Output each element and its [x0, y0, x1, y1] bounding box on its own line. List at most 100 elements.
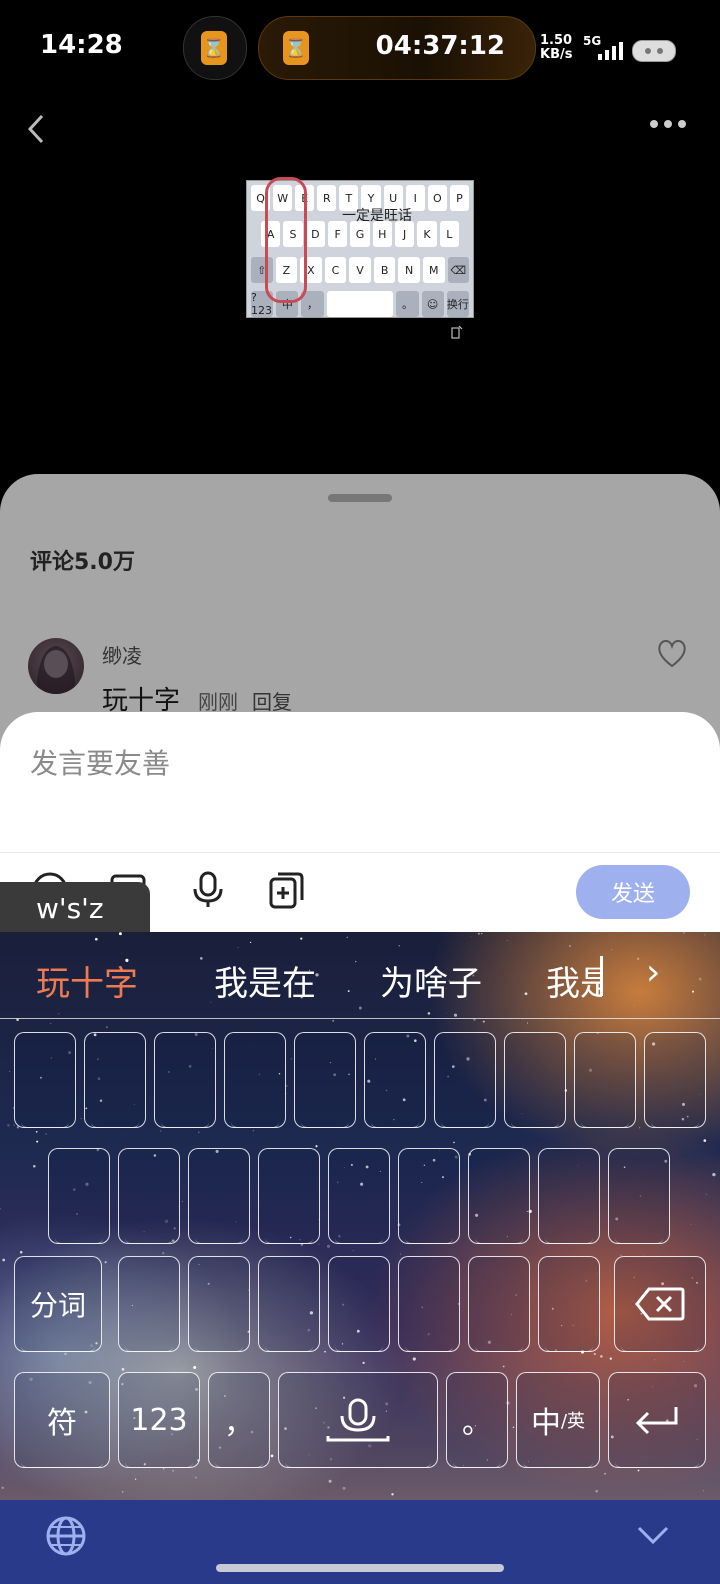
letter-key[interactable]: [118, 1256, 180, 1352]
letter-key[interactable]: [434, 1032, 496, 1128]
star: [704, 934, 706, 936]
candidate-3[interactable]: 为啥子: [380, 956, 482, 1005]
image-keyboard-key: M: [422, 257, 445, 283]
star: [121, 1368, 125, 1371]
globe-icon[interactable]: [44, 1514, 88, 1558]
letter-key[interactable]: [538, 1256, 600, 1352]
language-switch-key[interactable]: 中/英: [516, 1372, 600, 1468]
star: [172, 1470, 174, 1472]
space-voice-key[interactable]: [278, 1372, 438, 1468]
image-flag-icon[interactable]: [451, 325, 463, 339]
comment-input[interactable]: 发言要友善: [30, 742, 170, 782]
letter-key[interactable]: [504, 1032, 566, 1128]
candidate-expand-icon[interactable]: ›: [646, 952, 660, 993]
heart-icon[interactable]: [656, 638, 688, 668]
sheet-grab-handle[interactable]: [328, 494, 392, 502]
letter-key[interactable]: [188, 1256, 250, 1352]
letter-key[interactable]: [84, 1032, 146, 1128]
backspace-key[interactable]: [614, 1256, 706, 1352]
backspace-icon: [635, 1287, 685, 1321]
battery-icon: [632, 40, 676, 62]
timer-value: 04:37:12: [375, 31, 505, 61]
letter-key[interactable]: [468, 1148, 530, 1244]
star: [633, 1004, 635, 1006]
letter-key[interactable]: [154, 1032, 216, 1128]
comment-username[interactable]: 缈凌: [102, 640, 142, 669]
letter-key[interactable]: [294, 1032, 356, 1128]
segment-key[interactable]: 分词: [14, 1256, 102, 1352]
star: [194, 1476, 197, 1479]
letter-key[interactable]: [224, 1032, 286, 1128]
letter-key[interactable]: [468, 1256, 530, 1352]
home-indicator[interactable]: [216, 1564, 504, 1572]
more-icon[interactable]: [650, 118, 690, 130]
hourglass-icon: ⌛: [283, 31, 309, 65]
letter-key[interactable]: [118, 1148, 180, 1244]
star: [300, 937, 303, 940]
star: [706, 1194, 707, 1195]
letter-key[interactable]: [644, 1032, 706, 1128]
letter-key[interactable]: [538, 1148, 600, 1244]
image-keyboard-key: O: [427, 185, 447, 211]
star: [690, 1223, 692, 1225]
image-keyboard-key: K: [417, 221, 437, 247]
star: [1, 1486, 4, 1489]
star: [568, 1009, 570, 1011]
star: [0, 1207, 2, 1210]
avatar[interactable]: [28, 638, 84, 694]
ime-keyboard: 玩十字 我是在 为啥子 我是 › 分词 符 123 ， 。 中 /英: [0, 932, 720, 1500]
letter-key[interactable]: [398, 1148, 460, 1244]
letter-key[interactable]: [398, 1256, 460, 1352]
microphone-icon[interactable]: [188, 870, 228, 910]
timer-pill[interactable]: ⌛ 04:37:12: [258, 16, 536, 80]
star: [362, 1361, 365, 1365]
star: [477, 932, 480, 935]
post-image[interactable]: QWERTYUIOP ASDFGHJKL ⇧ Z X C V B N M ⌫ ?123 中，。 ☺ 换…: [246, 177, 474, 318]
hide-keyboard-icon[interactable]: [636, 1520, 670, 1548]
back-icon[interactable]: [20, 112, 54, 146]
letter-key[interactable]: [188, 1148, 250, 1244]
candidate-divider: [0, 1018, 720, 1019]
comma-key[interactable]: ，: [208, 1372, 270, 1468]
letter-key[interactable]: [14, 1032, 76, 1128]
send-button[interactable]: 发送: [576, 865, 690, 919]
language-sub: /英: [560, 1411, 586, 1432]
star: [692, 990, 694, 993]
letter-key[interactable]: [258, 1256, 320, 1352]
star: [453, 1141, 455, 1144]
letter-key[interactable]: [574, 1032, 636, 1128]
candidate-4[interactable]: 我是: [546, 956, 602, 1005]
star: [604, 1472, 606, 1475]
period-key[interactable]: 。: [446, 1372, 508, 1468]
star: [45, 1133, 47, 1135]
enter-key[interactable]: [608, 1372, 706, 1468]
letter-key[interactable]: [608, 1148, 670, 1244]
star: [328, 1479, 332, 1483]
candidate-1[interactable]: 玩十字: [36, 956, 138, 1005]
microphone-icon: [326, 1398, 390, 1442]
letter-key[interactable]: [258, 1148, 320, 1244]
sticker-icon[interactable]: [266, 870, 306, 910]
enter-icon: [635, 1407, 678, 1435]
pinyin-preview: w's'z: [0, 882, 150, 934]
star: [290, 1057, 293, 1060]
star: [391, 1493, 394, 1496]
letter-key[interactable]: [48, 1148, 110, 1244]
letter-key[interactable]: [364, 1032, 426, 1128]
star: [58, 1013, 60, 1015]
symbol-key[interactable]: 符: [14, 1372, 110, 1468]
image-keyboard-key: V: [349, 257, 371, 283]
number-key[interactable]: 123: [118, 1372, 200, 1468]
candidate-2[interactable]: 我是在: [214, 956, 316, 1005]
letter-key[interactable]: [328, 1256, 390, 1352]
star: [193, 1366, 197, 1369]
letter-key[interactable]: [328, 1148, 390, 1244]
star: [121, 1490, 124, 1493]
network-speed-unit: KB/s: [540, 47, 573, 62]
star: [177, 1360, 179, 1362]
image-keyboard-key: ☺: [421, 291, 444, 317]
star: [683, 1361, 685, 1362]
comment-reply-button[interactable]: 回复: [252, 686, 292, 715]
timer-pill-small[interactable]: ⌛: [183, 16, 247, 80]
star: [36, 1140, 39, 1143]
